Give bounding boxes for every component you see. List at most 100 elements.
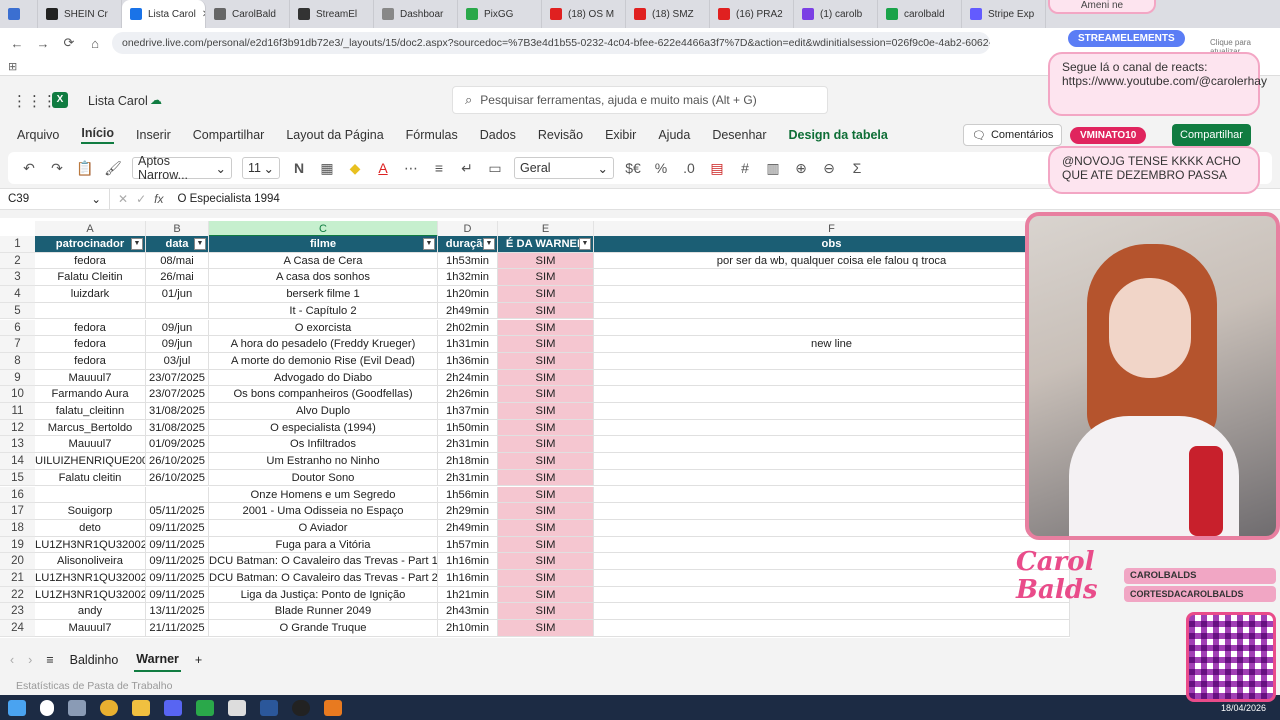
table-cell[interactable]: A Casa de Cera (209, 252, 438, 270)
browser-tab[interactable]: Dashboar (374, 0, 458, 28)
table-cell[interactable]: SIM (498, 352, 594, 370)
table-cell[interactable] (594, 352, 1070, 370)
table-cell[interactable]: Alvo Duplo (209, 403, 438, 420)
table-cell[interactable]: SIM (498, 252, 594, 270)
table-cell[interactable]: LU1ZH3NR1QU32002 (35, 570, 146, 587)
table-cell[interactable]: fedora (35, 252, 146, 270)
row-header[interactable]: 5 (0, 302, 35, 320)
table-cell[interactable]: SIM (498, 553, 594, 570)
file-explorer-icon[interactable] (132, 699, 150, 716)
insert-cells-icon[interactable]: ⊕ (792, 160, 810, 177)
table-cell[interactable]: SIM (498, 519, 594, 537)
table-cell[interactable]: 2h24min (438, 369, 498, 387)
table-cell[interactable]: 09/jun (146, 319, 209, 337)
browser-tab[interactable]: (1) carolb (794, 0, 878, 28)
column-header[interactable]: E (498, 221, 594, 237)
align-icon[interactable]: ≡ (430, 160, 448, 176)
table-cell[interactable]: 2h29min (438, 503, 498, 520)
filter-dropdown-icon[interactable]: ▼ (579, 238, 591, 250)
table-cell[interactable]: 01/09/2025 (146, 436, 209, 454)
app-launcher-icon[interactable]: ⋮⋮⋮ (12, 92, 57, 110)
table-cell[interactable]: por ser da wb, qualquer coisa ele falou … (594, 252, 1070, 270)
browser-tab[interactable]: (16) PRA2 (710, 0, 794, 28)
bold-icon[interactable]: N (290, 160, 308, 176)
row-header[interactable]: 9 (0, 369, 35, 387)
table-cell[interactable]: SIM (498, 603, 594, 621)
ribbon-tab[interactable]: Exibir (605, 128, 636, 142)
word-icon[interactable] (260, 699, 278, 716)
browser-tab[interactable]: carolbald (878, 0, 962, 28)
table-cell[interactable]: fedora (35, 352, 146, 370)
table-cell[interactable] (594, 553, 1070, 570)
table-cell[interactable]: A hora do pesadelo (Freddy Krueger) (209, 336, 438, 353)
table-cell[interactable]: falatu_cleitinn (35, 403, 146, 420)
ribbon-tab[interactable]: Início (81, 126, 115, 144)
table-cell[interactable]: new line (594, 336, 1070, 353)
table-cell[interactable] (594, 319, 1070, 337)
table-cell[interactable]: 13/11/2025 (146, 603, 209, 621)
table-cell[interactable]: SIM (498, 319, 594, 337)
task-view-icon[interactable] (68, 699, 86, 716)
table-cell[interactable] (35, 302, 146, 320)
row-header[interactable]: 2 (0, 252, 35, 270)
table-cell[interactable]: deto (35, 519, 146, 537)
browser-tab[interactable] (0, 0, 38, 28)
row-header[interactable]: 15 (0, 469, 35, 487)
decimal-icon[interactable]: .0 (680, 160, 698, 176)
browser-tab[interactable]: StreamEl (290, 0, 374, 28)
row-header[interactable]: 10 (0, 386, 35, 403)
sheet-list-icon[interactable]: ≡ (46, 653, 53, 667)
table-cell[interactable]: Marcus_Bertoldo (35, 419, 146, 437)
cell-styles-icon[interactable]: ▥ (764, 160, 782, 177)
ribbon-tab[interactable]: Layout da Página (286, 128, 383, 142)
table-cell[interactable]: 1h37min (438, 403, 498, 420)
table-cell[interactable]: 09/11/2025 (146, 570, 209, 587)
column-header[interactable]: C (209, 221, 438, 237)
format-painter-icon[interactable]: 🖌 (104, 160, 122, 177)
ribbon-tab[interactable]: Dados (480, 128, 516, 142)
undo-icon[interactable]: ↶ (20, 160, 38, 177)
borders-icon[interactable]: ▦ (318, 160, 336, 177)
table-cell[interactable] (594, 486, 1070, 504)
reload-icon[interactable]: ⟳ (60, 35, 78, 51)
table-cell[interactable]: andy (35, 603, 146, 621)
percent-icon[interactable]: % (652, 160, 670, 176)
table-cell[interactable]: 1h16min (438, 570, 498, 587)
row-header[interactable]: 19 (0, 536, 35, 554)
row-header[interactable]: 17 (0, 503, 35, 520)
windows-start-icon[interactable] (8, 699, 26, 716)
table-cell[interactable] (594, 286, 1070, 303)
table-cell[interactable]: Os bons companheiros (Goodfellas) (209, 386, 438, 403)
table-cell[interactable]: 21/11/2025 (146, 620, 209, 637)
sheet-tab-warner[interactable]: Warner (134, 648, 181, 672)
table-cell[interactable]: DCU Batman: O Cavaleiro das Trevas - Par… (209, 553, 438, 570)
table-cell[interactable]: berserk filme 1 (209, 286, 438, 303)
currency-icon[interactable]: $€ (624, 160, 642, 176)
add-sheet-icon[interactable]: + (195, 653, 202, 667)
back-icon[interactable]: ← (8, 36, 26, 51)
table-cell[interactable]: 1h16min (438, 553, 498, 570)
table-cell[interactable]: 2h18min (438, 453, 498, 470)
table-cell[interactable] (35, 486, 146, 504)
table-cell[interactable]: It - Capítulo 2 (209, 302, 438, 320)
row-header[interactable]: 7 (0, 336, 35, 353)
table-cell[interactable]: 23/07/2025 (146, 386, 209, 403)
vlc-icon[interactable] (324, 699, 342, 716)
table-cell[interactable] (594, 386, 1070, 403)
table-cell[interactable]: 2h49min (438, 519, 498, 537)
table-cell[interactable]: SIM (498, 436, 594, 454)
table-cell[interactable]: SIM (498, 336, 594, 353)
table-cell[interactable]: 26/10/2025 (146, 453, 209, 470)
column-header[interactable]: A (35, 221, 146, 237)
wrap-text-icon[interactable]: ↵ (458, 160, 476, 177)
table-cell[interactable] (594, 269, 1070, 287)
sheet-tab-baldinho[interactable]: Baldinho (68, 649, 121, 671)
browser-tab[interactable]: PixGG (458, 0, 542, 28)
file-name[interactable]: Lista Carol (88, 94, 148, 108)
table-cell[interactable] (594, 586, 1070, 604)
autosum-icon[interactable]: Σ (848, 160, 866, 176)
table-cell[interactable] (594, 369, 1070, 387)
next-sheet-icon[interactable]: › (28, 653, 32, 667)
table-cell[interactable] (594, 603, 1070, 621)
table-header-cell[interactable]: patrocinador (35, 236, 146, 253)
